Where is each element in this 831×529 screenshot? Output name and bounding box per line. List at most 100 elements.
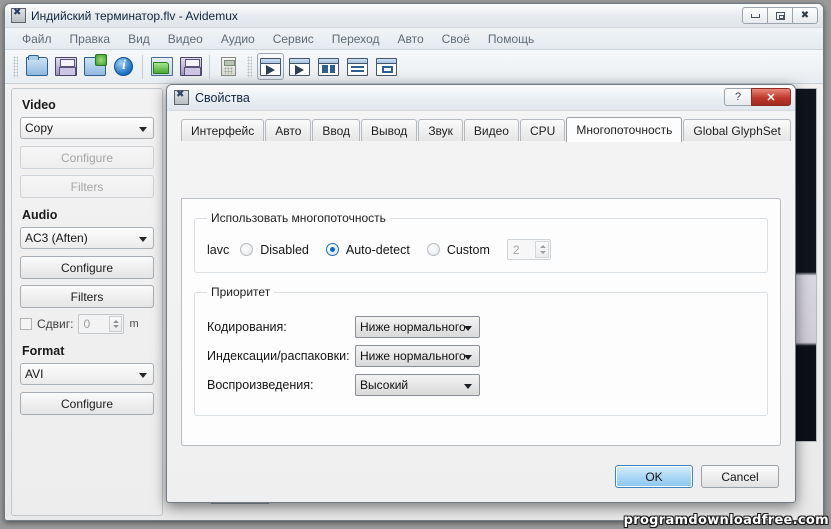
threading-disabled-label: Disabled [260, 242, 309, 257]
tab-interface[interactable]: Интерфейс [181, 119, 265, 141]
encoding-priority-label: Кодирования: [207, 320, 287, 334]
format-container-value: AVI [25, 367, 44, 381]
indexing-priority-row: Индексации/распаковки: Ниже нормального [207, 345, 755, 367]
threading-autodetect-radio[interactable] [325, 243, 339, 256]
threading-custom-label: Custom [446, 242, 490, 257]
audio-configure-button[interactable]: Configure [20, 256, 154, 279]
audio-shift-row: Сдвиг: 0 m [20, 314, 154, 334]
toolbar-grip[interactable] [247, 55, 252, 78]
menu-item-file[interactable]: Файл [13, 30, 61, 48]
tab-global-glyphset[interactable]: Global GlyphSet [683, 119, 791, 141]
tab-threading[interactable]: Многопоточность [566, 117, 683, 142]
format-configure-button[interactable]: Configure [20, 392, 154, 415]
tab-sound[interactable]: Звук [418, 119, 463, 141]
save-file-icon [54, 57, 77, 76]
append-file-button[interactable] [81, 53, 108, 80]
chevron-down-icon [464, 326, 472, 331]
open-project-button[interactable] [148, 53, 175, 80]
titlebar: Индийский терминатор.flv - Avidemux ✖ [5, 4, 823, 28]
help-button[interactable]: ? [724, 88, 752, 106]
file-info-button[interactable] [110, 53, 137, 80]
play-window-icon [260, 57, 281, 76]
single-window-button[interactable] [373, 53, 400, 80]
output-window-button[interactable] [286, 53, 313, 80]
audio-shift-checkbox[interactable] [20, 318, 32, 330]
tab-video[interactable]: Видео [463, 119, 519, 141]
audio-shift-value: 0 [83, 317, 91, 331]
ok-button[interactable]: OK [615, 465, 693, 488]
menu-item-custom[interactable]: Своё [433, 30, 479, 48]
restore-button[interactable] [767, 7, 793, 24]
save-project-icon [179, 57, 202, 76]
tab-output[interactable]: Вывод [361, 119, 418, 141]
format-container-select[interactable]: AVI [20, 363, 154, 385]
dialog-titlebar: Свойства ? ✕ [167, 85, 795, 111]
stepper-arrows-icon[interactable] [109, 316, 123, 332]
single-window-icon [376, 57, 397, 76]
audio-filters-button[interactable]: Filters [20, 285, 154, 308]
tab-cpu[interactable]: CPU [519, 119, 566, 141]
play-window-button[interactable] [257, 53, 284, 80]
split-vertical-button[interactable] [315, 53, 342, 80]
audio-shift-stepper[interactable]: 0 [78, 314, 125, 334]
dialog-close-button[interactable]: ✕ [751, 88, 791, 106]
menu-item-view[interactable]: Вид [119, 30, 159, 48]
playback-priority-select[interactable]: Высокий [355, 374, 480, 396]
menu-item-goto[interactable]: Переход [323, 30, 389, 48]
video-codec-select[interactable]: Copy [20, 117, 154, 139]
dialog-title: Свойства [195, 90, 250, 105]
playback-priority-value: Высокий [360, 378, 409, 392]
close-button[interactable]: ✖ [792, 7, 818, 24]
menu-item-auto[interactable]: Авто [388, 30, 432, 48]
format-section-heading: Format [22, 344, 65, 358]
calculator-icon [221, 57, 236, 76]
output-window-icon [289, 57, 310, 76]
chevron-down-icon [139, 127, 147, 132]
file-info-icon [114, 57, 133, 76]
audio-codec-select[interactable]: AC3 (Aften) [20, 227, 154, 249]
threading-custom-stepper[interactable]: 2 [506, 239, 551, 260]
encoding-priority-select[interactable]: Ниже нормального [355, 316, 480, 338]
avidemux-icon [174, 89, 189, 105]
save-file-button[interactable] [52, 53, 79, 80]
minimize-button[interactable] [742, 7, 768, 24]
tab-auto[interactable]: Авто [265, 119, 312, 141]
dialog-buttons: OK Cancel [615, 465, 779, 488]
split-horizontal-button[interactable] [344, 53, 371, 80]
toolbar-grip[interactable] [13, 55, 18, 78]
indexing-priority-label: Индексации/распаковки: [207, 349, 350, 363]
menu-item-video[interactable]: Видео [159, 30, 212, 48]
window-title: Индийский терминатор.flv - Avidemux [31, 8, 238, 23]
config-sidebar: Video Copy Configure Filters Audio AC3 (… [11, 88, 163, 516]
menu-item-tools[interactable]: Сервис [264, 30, 323, 48]
menu-item-audio[interactable]: Аудио [212, 30, 264, 48]
playback-priority-row: Воспроизведения: Высокий [207, 374, 755, 396]
tab-input[interactable]: Ввод [312, 119, 361, 141]
chevron-down-icon [464, 355, 472, 360]
threading-group: Использовать многопоточность lavc Disabl… [194, 211, 768, 273]
audio-shift-unit: m [129, 318, 139, 330]
window-controls: ✖ [742, 7, 818, 24]
video-section-heading: Video [22, 98, 56, 112]
stepper-arrows-icon[interactable] [534, 241, 549, 258]
calculator-button[interactable] [215, 53, 242, 80]
menu-item-edit[interactable]: Правка [61, 30, 120, 48]
video-configure-button[interactable]: Configure [20, 146, 154, 169]
properties-dialog: Свойства ? ✕ Интерфейс Авто Ввод Вывод З… [166, 84, 796, 503]
cancel-button[interactable]: Cancel [701, 465, 779, 488]
video-codec-value: Copy [25, 121, 54, 135]
threading-custom-radio[interactable] [426, 243, 440, 256]
video-filters-button[interactable]: Filters [20, 175, 154, 198]
audio-section-heading: Audio [22, 208, 58, 222]
chevron-down-icon [139, 237, 147, 242]
priority-group-legend: Приоритет [211, 285, 271, 299]
threading-tab-panel: Использовать многопоточность lavc Disabl… [181, 198, 781, 446]
dialog-window-controls: ? ✕ [724, 88, 791, 106]
open-file-button[interactable] [23, 53, 50, 80]
append-file-icon [83, 54, 107, 76]
save-project-button[interactable] [177, 53, 204, 80]
indexing-priority-select[interactable]: Ниже нормального [355, 345, 480, 367]
menu-item-help[interactable]: Помощь [479, 30, 543, 48]
threading-disabled-radio[interactable] [240, 243, 254, 256]
lavc-label: lavc [207, 242, 230, 257]
